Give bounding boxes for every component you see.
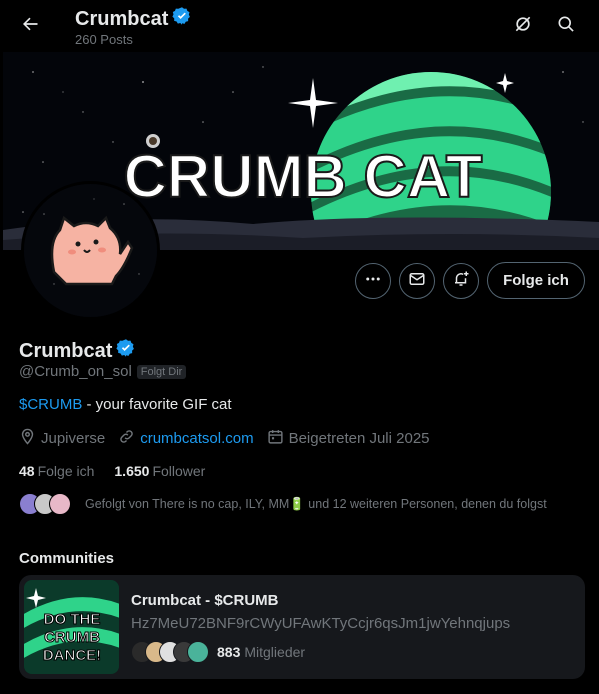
svg-text:CRUMB: CRUMB (44, 629, 100, 646)
back-button[interactable] (12, 8, 48, 44)
member-count: 883 (217, 644, 241, 660)
svg-text:DO THE: DO THE (44, 611, 101, 628)
joined-item: Beigetreten Juli 2025 (267, 428, 430, 449)
notifications-button[interactable] (443, 263, 479, 299)
community-members: 883 Mitglieder (131, 641, 305, 663)
arrow-left-icon (20, 14, 40, 39)
following-button[interactable]: Folge ich (487, 262, 585, 299)
more-icon (364, 270, 382, 293)
profile-handle: @Crumb_on_sol (19, 363, 132, 380)
followers-stat[interactable]: 1.650 Follower (114, 463, 205, 479)
follower-avatars (19, 493, 71, 515)
community-card[interactable]: DO THE CRUMB DANCE! Crumbcat - $CRUMB Hz… (19, 575, 585, 679)
bell-plus-icon (452, 270, 470, 293)
member-label: Mitglieder (244, 644, 306, 660)
header-title: Crumbcat (75, 6, 192, 32)
profile-bio: $CRUMB - your favorite GIF cat (19, 396, 232, 413)
verified-badge-icon (116, 338, 136, 364)
followed-by-row[interactable]: Gefolgt von There is no cap, ILY, MM🔋 un… (19, 493, 547, 515)
handle-row: @Crumb_on_sol Folgt Dir (19, 363, 187, 380)
svg-text:DANCE!: DANCE! (43, 647, 101, 664)
avatar (187, 641, 209, 663)
more-button[interactable] (355, 263, 391, 299)
mail-icon (408, 270, 426, 293)
bio-text: - your favorite GIF cat (82, 396, 232, 413)
grok-button[interactable] (506, 9, 540, 43)
avatar[interactable] (21, 181, 160, 320)
bio-cashtag-link[interactable]: $CRUMB (19, 396, 82, 413)
calendar-icon (267, 428, 284, 449)
location-pin-icon (19, 428, 36, 449)
follows-you-badge: Folgt Dir (136, 364, 187, 379)
post-count: 260 Posts (75, 32, 133, 47)
search-icon (556, 14, 576, 39)
location-item: Jupiverse (19, 428, 105, 449)
following-stat[interactable]: 48 Folge ich (19, 463, 94, 479)
followed-by-text: Gefolgt von There is no cap, ILY, MM🔋 un… (85, 496, 547, 511)
community-image: DO THE CRUMB DANCE! (24, 580, 119, 674)
follow-stats: 48 Folge ich 1.650 Follower (19, 463, 205, 479)
link-icon (118, 428, 135, 449)
grok-icon (513, 14, 533, 39)
community-name: Crumbcat - $CRUMB (131, 592, 279, 609)
website-item: crumbcatsol.com (118, 428, 254, 449)
message-button[interactable] (399, 263, 435, 299)
website-link[interactable]: crumbcatsol.com (140, 430, 253, 447)
profile-name: Crumbcat (19, 338, 136, 364)
communities-title: Communities (19, 550, 115, 567)
avatar (49, 493, 71, 515)
banner-headline: CRUMB CAT (124, 143, 483, 210)
verified-badge-icon (172, 6, 192, 32)
community-description: Hz7MeU72BNF9rCWyUFAwKTyCcjr6qsJm1jwYehnq… (131, 615, 511, 632)
profile-meta: Jupiverse crumbcatsol.com Beigetreten Ju… (19, 428, 443, 449)
search-button[interactable] (549, 9, 583, 43)
